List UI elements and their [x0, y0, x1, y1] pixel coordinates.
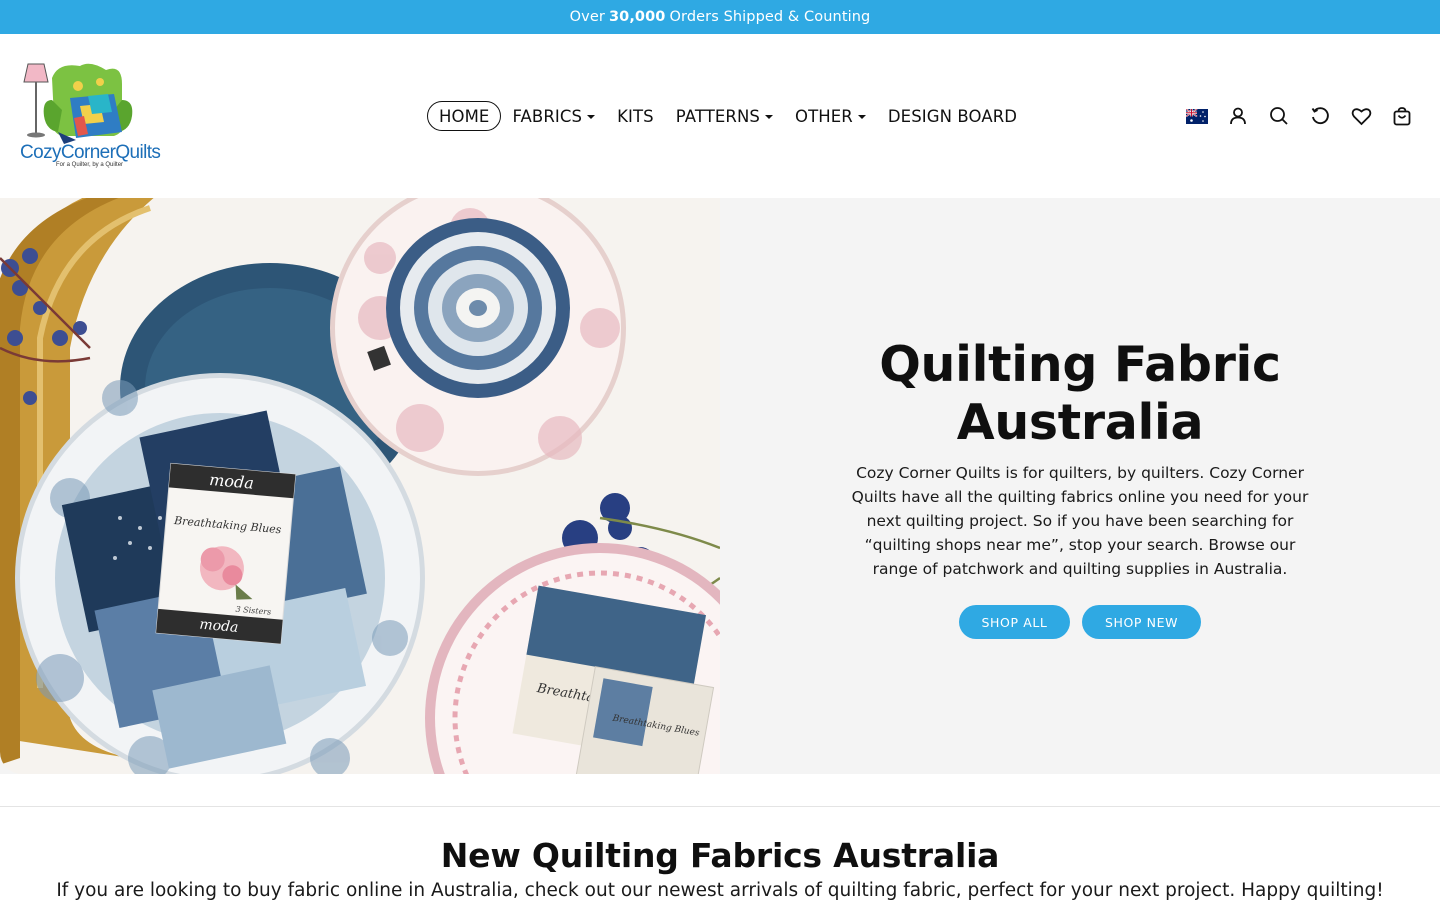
- header-icons: [1186, 103, 1413, 129]
- nav-other-label: OTHER: [795, 106, 853, 126]
- nav-fabrics[interactable]: FABRICS: [501, 101, 606, 131]
- logo-tagline: For a Quilter, by a Quilter: [56, 162, 124, 168]
- announcement-highlight: 30,000: [608, 9, 666, 25]
- caret-down-icon: [857, 115, 866, 119]
- hero-title-line1: Quilting Fabric: [879, 336, 1281, 393]
- hero-title-line2: Australia: [956, 394, 1204, 451]
- caret-down-icon: [765, 115, 773, 119]
- site-logo[interactable]: CozyCornerQuilts For a Quilter, by a Qui…: [18, 60, 161, 176]
- armchair-lamp-logo-icon: [23, 63, 133, 144]
- recently-viewed-icon[interactable]: [1309, 103, 1331, 129]
- hero-banner: moda Breathtaking Blues moda 3 Sisters B…: [0, 198, 1440, 774]
- moda-brand-bottom-text: moda: [199, 617, 239, 636]
- shop-all-button[interactable]: SHOP ALL: [959, 605, 1070, 639]
- nav-design-board[interactable]: DESIGN BOARD: [877, 101, 1028, 131]
- wishlist-heart-icon[interactable]: [1350, 103, 1372, 129]
- nav-fabrics-label: FABRICS: [512, 106, 583, 126]
- nav-other[interactable]: OTHER: [784, 101, 877, 131]
- nav-kits-label: KITS: [617, 106, 654, 126]
- new-fabrics-title: New Quilting Fabrics Australia: [440, 836, 1000, 875]
- main-nav: HOME FABRICS KITS PATTERNS OTHER DESIGN …: [427, 101, 1028, 131]
- nav-design-board-label: DESIGN BOARD: [887, 106, 1018, 126]
- search-icon[interactable]: [1268, 103, 1290, 129]
- australia-flag-icon[interactable]: [1186, 108, 1208, 124]
- announcement-suffix: Orders Shipped & Counting: [669, 9, 871, 25]
- nav-home-label: HOME: [439, 106, 490, 126]
- hero-buttons: SHOP ALL SHOP NEW: [720, 605, 1440, 639]
- moda-brand-text: moda: [209, 470, 255, 493]
- announcement-bar: Over 30,000 Orders Shipped & Counting: [0, 0, 1440, 34]
- hero-title: Quilting Fabric Australia: [720, 336, 1440, 452]
- new-fabrics-description: If you are looking to buy fabric online …: [56, 880, 1384, 900]
- cart-bag-icon[interactable]: [1391, 103, 1413, 129]
- caret-down-icon: [587, 115, 596, 119]
- account-icon[interactable]: [1227, 103, 1249, 129]
- hero-content: Quilting Fabric Australia Cozy Corner Qu…: [720, 198, 1440, 774]
- site-header: CozyCornerQuilts For a Quilter, by a Qui…: [0, 34, 1440, 198]
- nav-patterns[interactable]: PATTERNS: [665, 101, 784, 131]
- hero-image: moda Breathtaking Blues moda 3 Sisters B…: [0, 198, 720, 774]
- fabric-flatlay-image: moda Breathtaking Blues moda 3 Sisters B…: [0, 198, 720, 774]
- nav-home[interactable]: HOME: [427, 101, 502, 131]
- announcement-prefix: Over: [569, 9, 605, 25]
- hero-description: Cozy Corner Quilts is for quilters, by q…: [851, 464, 1309, 578]
- logo-wordmark: CozyCornerQuilts: [20, 142, 161, 163]
- shop-new-button[interactable]: SHOP NEW: [1082, 605, 1201, 639]
- section-divider: [0, 806, 1440, 807]
- nav-kits[interactable]: KITS: [606, 101, 665, 131]
- nav-patterns-label: PATTERNS: [675, 106, 760, 126]
